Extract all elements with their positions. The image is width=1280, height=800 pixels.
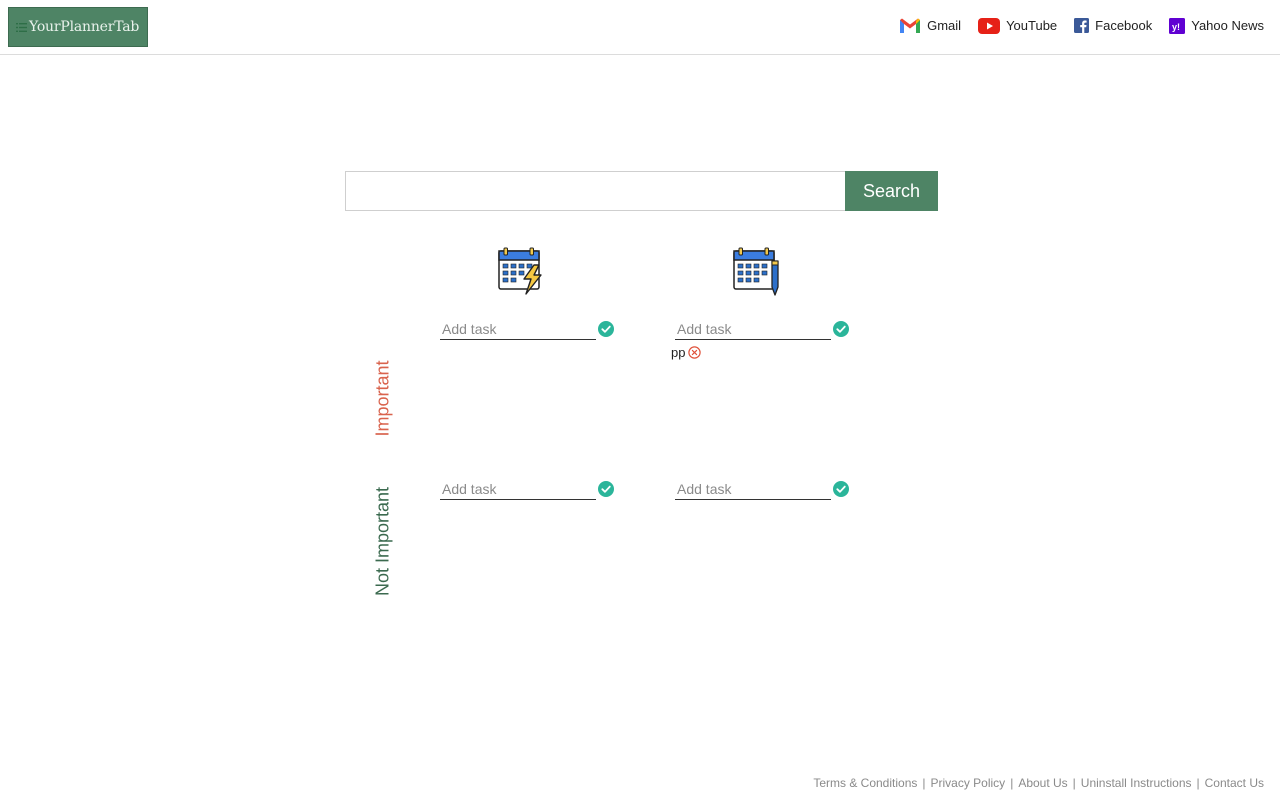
quicklink-label: Yahoo News — [1191, 18, 1264, 33]
footer-link-about[interactable]: About Us — [1018, 776, 1067, 790]
quadrant-important-1 — [440, 318, 620, 340]
quicklink-facebook[interactable]: Facebook — [1074, 18, 1152, 33]
youtube-icon — [978, 17, 1001, 34]
calendar-lightning-icon — [498, 247, 542, 295]
footer-link-terms[interactable]: Terms & Conditions — [813, 776, 917, 790]
check-circle-icon[interactable] — [833, 321, 849, 337]
footer-separator: | — [1010, 776, 1014, 790]
gmail-icon — [900, 18, 921, 33]
search-input[interactable] — [345, 171, 845, 211]
footer-link-privacy[interactable]: Privacy Policy — [931, 776, 1006, 790]
quicklink-label: Facebook — [1095, 18, 1153, 33]
search-bar: Search — [345, 171, 938, 211]
list-icon — [16, 22, 27, 32]
footer-separator: | — [1072, 776, 1076, 790]
svg-text:y!: y! — [1172, 22, 1180, 32]
task-text: pp — [671, 345, 686, 360]
top-header: YourPlannerTab Gmail YouTube Facebook y!… — [0, 0, 1280, 55]
facebook-icon — [1074, 18, 1090, 33]
footer-link-uninstall[interactable]: Uninstall Instructions — [1081, 776, 1192, 790]
footer-link-contact[interactable]: Contact Us — [1205, 776, 1264, 790]
quicklinks: Gmail YouTube Facebook y! Yahoo News — [899, 17, 1264, 34]
quadrant-not-important-2 — [675, 478, 855, 500]
row-label-important: Important — [372, 360, 393, 437]
footer-separator: | — [1196, 776, 1200, 790]
check-circle-icon[interactable] — [598, 321, 614, 337]
yahoo-news-icon: y! — [1169, 17, 1186, 34]
logo[interactable]: YourPlannerTab — [8, 7, 148, 47]
logo-text: YourPlannerTab — [29, 19, 140, 35]
calendar-pencil-icon — [733, 247, 779, 296]
row-label-not-important: Not Important — [372, 486, 393, 597]
quicklink-label: Gmail — [927, 18, 962, 33]
check-circle-icon[interactable] — [833, 481, 849, 497]
quicklink-youtube[interactable]: YouTube — [978, 17, 1058, 34]
quadrant-important-2 — [675, 318, 855, 340]
add-task-input[interactable] — [440, 478, 596, 500]
quicklink-label: YouTube — [1006, 18, 1058, 33]
check-circle-icon[interactable] — [598, 481, 614, 497]
remove-circle-icon[interactable] — [688, 346, 702, 359]
add-task-input[interactable] — [440, 318, 596, 340]
add-task-input[interactable] — [675, 318, 831, 340]
quicklink-yahoo-news[interactable]: y! Yahoo News — [1169, 17, 1264, 34]
search-button[interactable]: Search — [845, 171, 938, 211]
task-item: pp — [671, 345, 702, 360]
footer-links: Terms & Conditions | Privacy Policy | Ab… — [813, 776, 1264, 790]
add-task-input[interactable] — [675, 478, 831, 500]
footer-separator: | — [922, 776, 926, 790]
quicklink-gmail[interactable]: Gmail — [899, 17, 961, 34]
quadrant-not-important-1 — [440, 478, 620, 500]
